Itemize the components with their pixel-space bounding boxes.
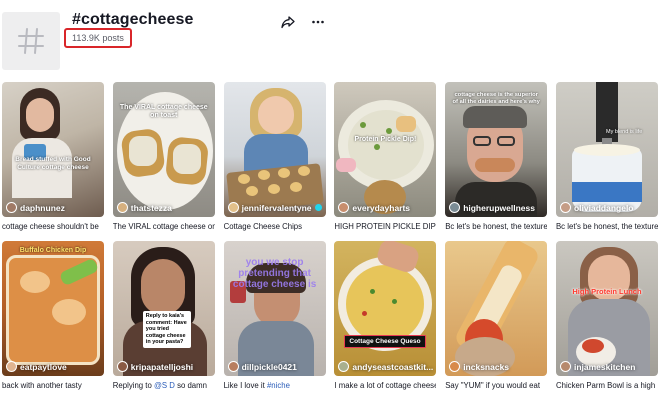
video-thumbnail[interactable]: you we stop pretending that cottage chee… [223,241,326,376]
video-author[interactable]: daphnunez [6,202,65,213]
video-author[interactable]: incksnacks [449,361,509,372]
video-overlay-text: cottage cheese is the superior of all th… [452,92,540,105]
video-caption[interactable]: I make a lot of cottage cheese [334,381,436,391]
video-caption[interactable]: cottage cheese shouldn't be [2,222,104,232]
video-card[interactable]: cottage cheese is the superior of all th… [445,82,548,245]
avatar [6,202,17,213]
video-thumbnail[interactable]: Cottage Cheese Queso andyseastcoastkit..… [334,241,437,376]
avatar [227,202,239,213]
video-overlay-text: Buffalo Chicken Dip [19,247,87,254]
video-card[interactable]: Buffalo Chicken Dip eatpaytlove back wit… [2,241,104,403]
video-author[interactable]: higherupwellness [449,202,535,213]
hashtag-header: #cottagecheese 113.9K posts [0,0,660,80]
mention-link[interactable]: @S D [154,381,175,390]
video-author[interactable]: oliviaddangelo [559,202,634,213]
avatar [116,361,128,372]
video-thumbnail[interactable]: Protein Pickle Dip! everydayharts [334,82,437,217]
video-thumbnail[interactable]: cottage cheese is the superior of all th… [445,82,548,217]
share-icon[interactable] [280,14,296,30]
avatar [6,361,17,372]
hashtag-link[interactable]: #niche [267,381,290,390]
avatar [227,361,239,372]
video-card[interactable]: Cottage Cheese Queso andyseastcoastkit..… [334,241,437,403]
video-overlay-text: Cottage Cheese Queso [344,335,426,348]
video-card[interactable]: incksnacks Say "YUM" if you would eat [445,241,548,403]
avatar [449,202,461,213]
video-card[interactable]: Bread stuffed with Good Culture cottage … [2,82,104,245]
video-overlay-text: you we stop pretending that cottage chee… [232,257,317,290]
hashtag-icon [18,28,44,54]
video-author[interactable]: everydayharts [338,202,410,213]
video-thumbnail[interactable]: Buffalo Chicken Dip eatpaytlove [2,241,104,376]
video-thumbnail[interactable]: High Protein Lunch injameskitchen [555,241,658,376]
video-overlay-text: My blend is life [605,129,643,135]
video-caption[interactable]: Say "YUM" if you would eat [445,381,547,391]
video-overlay-text: High Protein Lunch [572,287,642,296]
video-caption[interactable]: Chicken Parm Bowl is a high [556,381,658,391]
video-thumbnail[interactable]: jennifervalentyne [223,82,326,217]
video-author[interactable]: injameskitchen [559,361,635,372]
video-card[interactable]: The VIRAL cottage cheese on toast thatst… [112,82,215,245]
video-card[interactable]: Protein Pickle Dip! everydayharts HIGH P… [334,82,437,245]
video-caption[interactable]: HIGH PROTEIN PICKLE DIP [334,222,436,232]
video-card[interactable]: High Protein Lunch injameskitchen Chicke… [555,241,658,403]
video-caption[interactable]: The VIRAL cottage cheese on [113,222,215,232]
video-grid: Bread stuffed with Good Culture cottage … [2,82,658,403]
avatar [449,361,461,372]
video-card[interactable]: jennifervalentyne Cottage Cheese Chips [223,82,326,245]
video-caption[interactable]: Bc let's be honest, the texture [445,222,547,232]
avatar [338,202,350,213]
video-thumbnail[interactable]: Bread stuffed with Good Culture cottage … [2,82,104,217]
video-author[interactable]: thatstezza [116,202,172,213]
reply-comment-tag: Reply to kaia's comment: Have you tried … [142,311,191,348]
video-thumbnail[interactable]: incksnacks [445,241,548,376]
video-thumbnail[interactable]: The VIRAL cottage cheese on toast thatst… [112,82,215,217]
avatar [559,361,571,372]
video-caption[interactable]: Cottage Cheese Chips [224,222,326,232]
video-card[interactable]: My blend is life oliviaddangelo Bc let's… [555,82,658,245]
verified-badge-icon [314,204,322,211]
video-caption[interactable]: Bc let's be honest, the texture [556,222,658,232]
video-thumbnail[interactable]: Reply to kaia's comment: Have you tried … [112,241,215,376]
video-author[interactable]: kripapatelljoshi [116,361,193,372]
avatar [116,202,128,213]
video-author[interactable]: jennifervalentyne [227,202,322,213]
video-caption[interactable]: back with another tasty [2,381,104,391]
video-card[interactable]: you we stop pretending that cottage chee… [223,241,326,403]
video-author[interactable]: dillpickle0421 [227,361,297,372]
video-author[interactable]: andyseastcoastkit... [338,361,433,372]
video-overlay-text: Protein Pickle Dip! [354,136,417,143]
video-caption[interactable]: Like I love it #niche [224,381,326,391]
avatar [559,202,571,213]
video-author[interactable]: eatpaytlove [6,361,67,372]
video-overlay-text: The VIRAL cottage cheese on toast [119,104,208,119]
avatar [338,361,350,372]
post-count: 113.9K posts [64,28,132,48]
video-overlay-text: Bread stuffed with Good Culture cottage … [15,156,91,171]
hashtag-avatar [2,12,60,70]
video-card[interactable]: Reply to kaia's comment: Have you tried … [112,241,215,403]
more-options-icon[interactable] [310,14,326,30]
video-thumbnail[interactable]: My blend is life oliviaddangelo [555,82,658,217]
page-title: #cottagecheese [72,11,194,28]
video-caption[interactable]: Replying to @S D so damn [113,381,215,391]
